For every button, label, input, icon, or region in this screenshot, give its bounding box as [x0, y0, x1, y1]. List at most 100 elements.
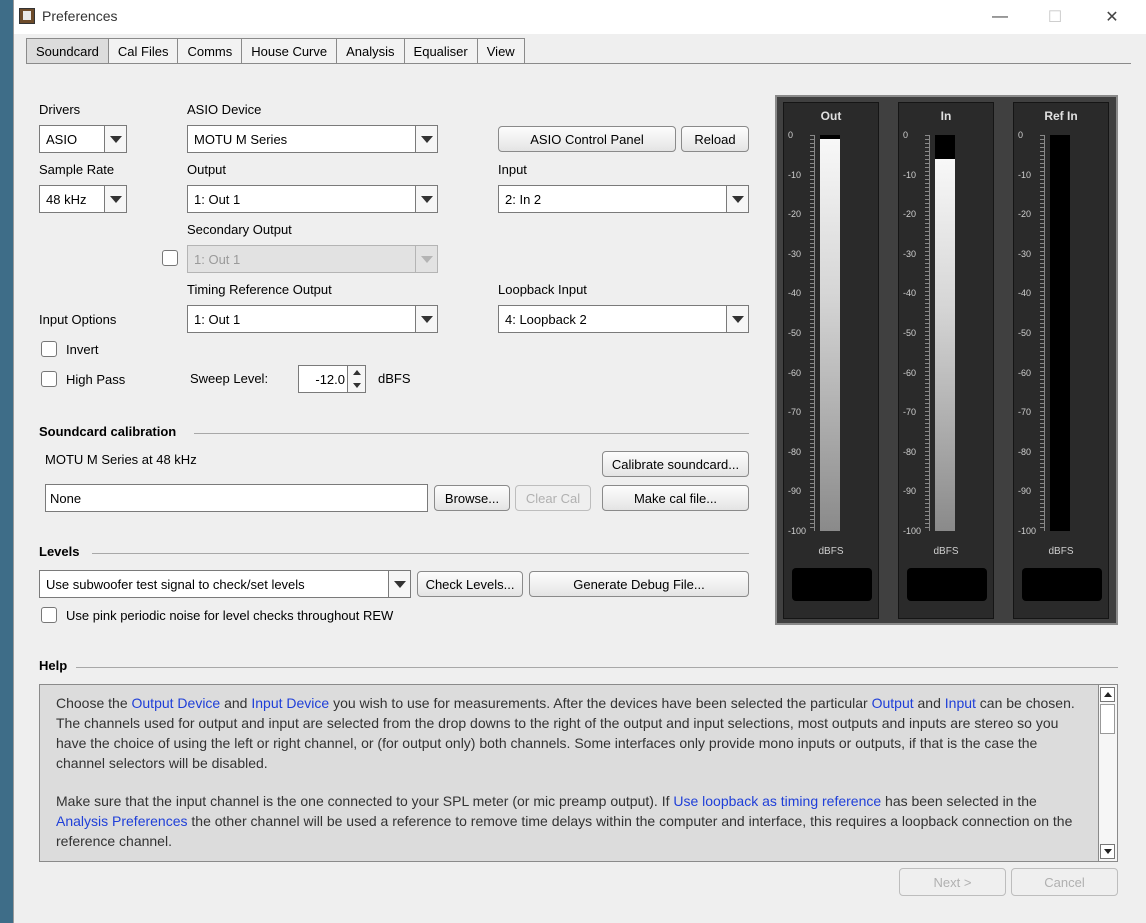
timing-reference-output-label: Timing Reference Output — [187, 282, 332, 297]
meter-title: In — [940, 109, 952, 123]
calibration-section-title: Soundcard calibration — [39, 424, 177, 439]
secondary-output-checkbox[interactable] — [162, 250, 178, 266]
chevron-down-icon[interactable] — [415, 126, 437, 152]
invert-checkbox[interactable] — [41, 341, 57, 357]
high-pass-label: High Pass — [66, 372, 126, 387]
asio-device-select[interactable]: MOTU M Series — [187, 125, 438, 153]
meter-tick-label: -50 — [1018, 328, 1032, 338]
help-link[interactable]: Input — [945, 695, 976, 711]
high-pass-checkbox[interactable] — [41, 371, 57, 387]
clear-cal-button: Clear Cal — [515, 485, 591, 511]
timing-reference-output-select[interactable]: 1: Out 1 — [187, 305, 438, 333]
chevron-down-icon[interactable] — [104, 186, 126, 212]
close-icon[interactable]: ✕ — [1089, 4, 1135, 30]
spinner-down-icon[interactable] — [347, 379, 365, 392]
help-scrollbar[interactable] — [1098, 685, 1117, 861]
chevron-down-icon[interactable] — [388, 571, 410, 597]
meter-tick-label: 0 — [788, 130, 794, 140]
sample-rate-select[interactable]: 48 kHz — [39, 185, 127, 213]
timing-reference-output-value: 1: Out 1 — [194, 311, 241, 327]
meter-peak-display — [907, 568, 987, 601]
chevron-down-icon[interactable] — [415, 186, 437, 212]
title-bar[interactable]: Preferences — ☐ ✕ — [14, 0, 1146, 34]
reload-button[interactable]: Reload — [681, 126, 749, 152]
sweep-level-unit: dBFS — [378, 371, 411, 386]
make-cal-file-button[interactable]: Make cal file... — [602, 485, 749, 511]
secondary-output-select: 1: Out 1 — [187, 245, 438, 273]
calibration-device-info: MOTU M Series at 48 kHz — [45, 452, 197, 467]
sweep-level-value: -12.0 — [315, 372, 345, 387]
help-link[interactable]: Analysis Preferences — [56, 813, 188, 829]
chevron-down-icon[interactable] — [726, 306, 748, 332]
invert-label: Invert — [66, 342, 99, 357]
spinner-up-icon[interactable] — [347, 366, 365, 380]
chevron-down-icon[interactable] — [104, 126, 126, 152]
meter-tick-label: -90 — [788, 486, 802, 497]
scroll-down-icon[interactable] — [1100, 844, 1115, 859]
help-link[interactable]: Output — [872, 695, 914, 711]
help-text-segment: Make sure that the input channel is the … — [56, 793, 674, 809]
output-select[interactable]: 1: Out 1 — [187, 185, 438, 213]
meter-bar-track — [820, 135, 840, 531]
level-method-select[interactable]: Use subwoofer test signal to check/set l… — [39, 570, 411, 598]
help-link[interactable]: Use loopback as timing reference — [673, 793, 881, 809]
meter-tick-label: -70 — [1018, 407, 1032, 418]
calibrate-soundcard-button[interactable]: Calibrate soundcard... — [602, 451, 749, 477]
sweep-level-spinner[interactable]: -12.0 — [298, 365, 366, 393]
chevron-down-icon[interactable] — [415, 306, 437, 332]
cal-file-field[interactable]: None — [45, 484, 428, 512]
meter-tick-label: -20 — [788, 209, 802, 220]
meter-peak-display — [792, 568, 872, 601]
asio-control-panel-button[interactable]: ASIO Control Panel — [498, 126, 676, 152]
input-select[interactable]: 2: In 2 — [498, 185, 749, 213]
tab-soundcard[interactable]: Soundcard — [26, 38, 109, 64]
tab-analysis[interactable]: Analysis — [336, 38, 405, 63]
calibration-divider — [194, 433, 749, 434]
help-link[interactable]: Output Device — [132, 695, 221, 711]
drivers-select[interactable]: ASIO — [39, 125, 127, 153]
scroll-up-icon[interactable] — [1100, 687, 1115, 702]
tab-house-curve[interactable]: House Curve — [241, 38, 338, 63]
meter-bar-fill — [935, 158, 955, 531]
window-title: Preferences — [42, 8, 118, 24]
loopback-input-select[interactable]: 4: Loopback 2 — [498, 305, 749, 333]
scroll-thumb[interactable] — [1100, 704, 1115, 734]
next-button: Next > — [899, 868, 1006, 896]
loopback-input-value: 4: Loopback 2 — [505, 311, 587, 327]
tab-equaliser[interactable]: Equaliser — [403, 38, 478, 63]
tab-comms[interactable]: Comms — [177, 38, 243, 63]
browse-button[interactable]: Browse... — [434, 485, 510, 511]
pink-noise-checkbox[interactable] — [41, 607, 57, 623]
meter-tick-label: -90 — [1018, 486, 1032, 497]
input-value: 2: In 2 — [505, 191, 542, 207]
help-link[interactable]: Input Device — [251, 695, 329, 711]
generate-debug-file-button[interactable]: Generate Debug File... — [529, 571, 749, 597]
asio-device-label: ASIO Device — [187, 102, 262, 117]
meter-tick-label: -40 — [1018, 288, 1032, 299]
meter-scale — [804, 135, 815, 531]
levels-section-title: Levels — [39, 544, 80, 559]
drivers-label: Drivers — [39, 102, 81, 117]
sweep-level-label: Sweep Level: — [190, 371, 269, 386]
check-levels-button[interactable]: Check Levels... — [417, 571, 523, 597]
help-paragraph-2: Make sure that the input channel is the … — [56, 791, 1076, 851]
sample-rate-value: 48 kHz — [46, 191, 87, 207]
minimize-icon[interactable]: — — [977, 4, 1023, 30]
meter-scale — [1034, 135, 1045, 531]
sample-rate-label: Sample Rate — [39, 162, 115, 177]
tab-view[interactable]: View — [476, 38, 525, 63]
maximize-icon[interactable]: ☐ — [1032, 4, 1078, 30]
meter-tick-label: -30 — [903, 248, 917, 259]
meter-ref-in: Ref In 0 -10 -20 -30 -40 -50 -60 -70 -80 -90 -100 dB… — [1013, 102, 1109, 619]
preferences-window: Preferences — ☐ ✕ Soundcard Cal Files Co… — [13, 0, 1146, 923]
desktop-background — [0, 0, 13, 923]
meter-tick-label: -60 — [1018, 367, 1032, 378]
pink-noise-label: Use pink periodic noise for level checks… — [66, 608, 394, 623]
help-text-segment: and — [220, 695, 252, 711]
help-text-segment: the other channel will be used a referen… — [56, 813, 1073, 849]
chevron-down-icon[interactable] — [726, 186, 748, 212]
tab-cal-files[interactable]: Cal Files — [107, 38, 179, 63]
meter-bar-track — [1050, 135, 1070, 531]
meter-tick-label: -80 — [1018, 446, 1032, 457]
meter-tick-label: -80 — [903, 446, 917, 457]
